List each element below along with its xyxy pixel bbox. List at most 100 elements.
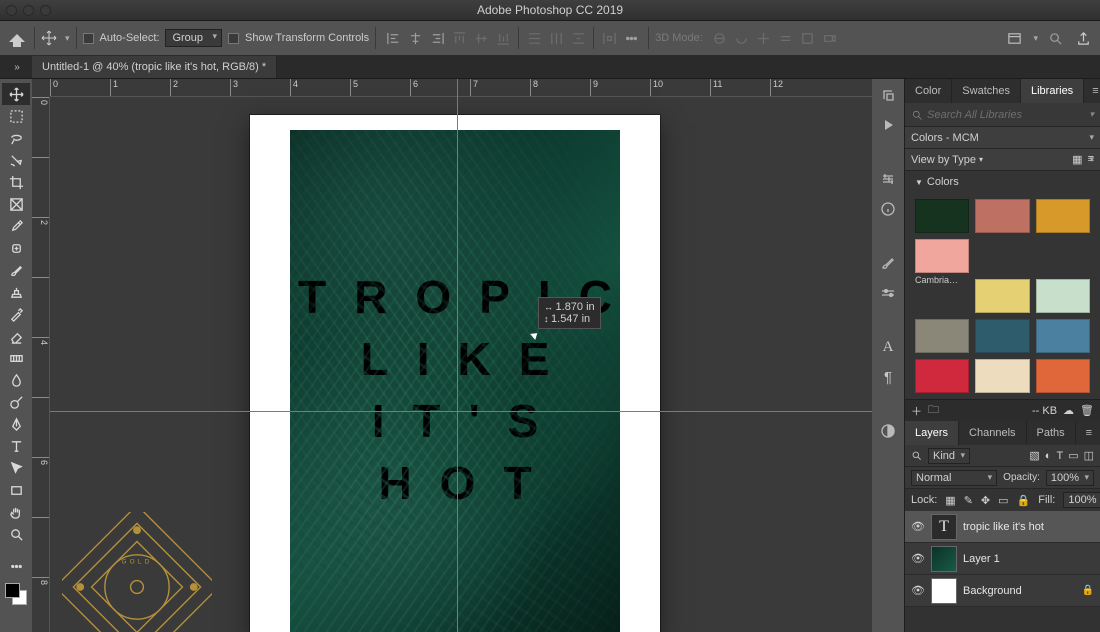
align-middle-v-icon[interactable] xyxy=(470,27,492,49)
rectangle-tool[interactable] xyxy=(2,479,30,501)
visibility-toggle-icon[interactable]: 👁 xyxy=(911,552,925,565)
history-brush-tool[interactable] xyxy=(2,303,30,325)
add-folder-icon[interactable]: 🗀 xyxy=(928,401,939,420)
eyedropper-tool[interactable] xyxy=(2,215,30,237)
cloud-sync-icon[interactable]: ☁ xyxy=(1063,404,1074,417)
document-canvas[interactable]: TROPIC LIKE IT'S HOT xyxy=(250,115,660,632)
color-swatch[interactable] xyxy=(915,319,969,353)
frame-tool[interactable] xyxy=(2,193,30,215)
layer-row[interactable]: 👁Ttropic like it's hot xyxy=(905,511,1100,543)
paragraph-panel-icon[interactable]: ¶ xyxy=(878,367,898,387)
library-dropdown[interactable]: Colors - MCM xyxy=(905,127,1100,149)
opacity-field[interactable]: 100% xyxy=(1046,470,1094,486)
lock-transparent-icon[interactable]: ▦ xyxy=(945,494,955,507)
healing-brush-tool[interactable] xyxy=(2,237,30,259)
eraser-tool[interactable] xyxy=(2,325,30,347)
chevron-down-icon[interactable]: ▾ xyxy=(1033,33,1038,44)
filter-pixel-icon[interactable]: ▧ xyxy=(1029,449,1039,462)
colors-group-header[interactable]: ▼Colors xyxy=(905,171,1100,193)
filter-smart-icon[interactable]: ◫ xyxy=(1084,449,1094,462)
color-swatch[interactable] xyxy=(1036,199,1090,233)
color-swatch[interactable] xyxy=(975,319,1029,353)
tool-preset-icon[interactable] xyxy=(41,30,57,46)
chevron-down-icon[interactable]: ▾ xyxy=(1089,109,1094,120)
color-swatch[interactable] xyxy=(975,279,1029,313)
foreground-swatch[interactable] xyxy=(5,583,20,598)
align-top-icon[interactable] xyxy=(448,27,470,49)
lasso-tool[interactable] xyxy=(2,127,30,149)
align-right-icon[interactable] xyxy=(426,27,448,49)
dodge-tool[interactable] xyxy=(2,391,30,413)
home-button[interactable] xyxy=(6,27,28,49)
distribute-center-icon[interactable] xyxy=(545,27,567,49)
color-swatch[interactable] xyxy=(915,239,969,273)
fill-field[interactable]: 100% xyxy=(1063,492,1100,508)
list-view-icon[interactable]: ≡ xyxy=(1088,153,1094,166)
edit-toolbar-icon[interactable] xyxy=(2,555,30,577)
zoom-tool[interactable] xyxy=(2,523,30,545)
brush-tool[interactable] xyxy=(2,259,30,281)
brush-settings-icon[interactable] xyxy=(878,283,898,303)
add-content-icon[interactable]: ＋ xyxy=(911,403,922,419)
view-by-dropdown[interactable]: View by Type ▾ ▦≡ xyxy=(905,149,1100,171)
align-bottom-icon[interactable] xyxy=(492,27,514,49)
layer-name[interactable]: tropic like it's hot xyxy=(963,521,1044,533)
panel-menu-icon[interactable]: ≡ xyxy=(1078,421,1100,445)
align-center-h-icon[interactable] xyxy=(404,27,426,49)
hand-tool[interactable] xyxy=(2,501,30,523)
lock-position-icon[interactable]: ✥ xyxy=(981,494,990,507)
canvas-stage[interactable]: 0123456789101112 0246810 TROPIC LIKE IT'… xyxy=(32,79,872,632)
layer-name[interactable]: Background xyxy=(963,585,1022,597)
document-tab[interactable]: Untitled-1 @ 40% (tropic like it's hot, … xyxy=(32,56,277,78)
auto-select-dropdown[interactable]: Group xyxy=(165,29,222,47)
tab-libraries[interactable]: Libraries xyxy=(1021,79,1084,103)
path-select-tool[interactable] xyxy=(2,457,30,479)
info-panel-icon[interactable] xyxy=(878,199,898,219)
color-swatch[interactable] xyxy=(1036,319,1090,353)
layer-row[interactable]: 👁Layer 1 xyxy=(905,543,1100,575)
character-panel-icon[interactable]: A xyxy=(878,337,898,357)
gradient-tool[interactable] xyxy=(2,347,30,369)
history-panel-icon[interactable] xyxy=(878,85,898,105)
tab-color[interactable]: Color xyxy=(905,79,952,103)
close-window-icon[interactable] xyxy=(6,5,17,16)
color-swatch[interactable] xyxy=(975,359,1029,393)
panel-menu-icon[interactable]: ≡ xyxy=(1084,79,1100,103)
color-swatch[interactable] xyxy=(975,199,1029,233)
library-search[interactable]: Search All Libraries ▾ xyxy=(905,103,1100,127)
align-left-icon[interactable] xyxy=(382,27,404,49)
tab-channels[interactable]: Channels xyxy=(959,421,1026,445)
clone-stamp-tool[interactable] xyxy=(2,281,30,303)
vertical-ruler[interactable]: 0246810 xyxy=(32,97,50,632)
type-tool[interactable] xyxy=(2,435,30,457)
chevron-down-icon[interactable]: ▾ xyxy=(65,33,70,44)
quick-select-tool[interactable] xyxy=(2,149,30,171)
zoom-window-icon[interactable] xyxy=(40,5,51,16)
marquee-tool[interactable] xyxy=(2,105,30,127)
properties-panel-icon[interactable] xyxy=(878,169,898,189)
tab-swatches[interactable]: Swatches xyxy=(952,79,1021,103)
horizontal-guide[interactable] xyxy=(50,411,872,412)
color-swatch[interactable] xyxy=(1036,279,1090,313)
distribute-bottom-icon[interactable] xyxy=(567,27,589,49)
show-transform-checkbox[interactable] xyxy=(228,33,239,44)
lock-all-icon[interactable]: 🔒 xyxy=(1017,494,1031,507)
visibility-toggle-icon[interactable]: 👁 xyxy=(911,584,925,597)
filter-type-icon[interactable]: T xyxy=(1056,450,1063,462)
layer-row[interactable]: 👁Background🔒 xyxy=(905,575,1100,607)
lock-pixels-icon[interactable]: ✎ xyxy=(964,494,973,507)
expand-docs-icon[interactable]: » xyxy=(8,56,26,78)
adjustments-panel-icon[interactable] xyxy=(878,421,898,441)
brushes-panel-icon[interactable] xyxy=(878,253,898,273)
trash-icon[interactable]: 🗑 xyxy=(1080,404,1094,417)
tab-paths[interactable]: Paths xyxy=(1027,421,1076,445)
workspace-select-icon[interactable] xyxy=(1003,27,1025,49)
auto-select-checkbox[interactable] xyxy=(83,33,94,44)
color-swatch[interactable] xyxy=(915,199,969,233)
color-swatch[interactable] xyxy=(915,359,969,393)
more-align-icon[interactable] xyxy=(620,27,642,49)
filter-shape-icon[interactable]: ▭ xyxy=(1068,449,1078,462)
filter-adjust-icon[interactable]: ◐ xyxy=(1045,450,1052,462)
lock-artboard-icon[interactable]: ▭ xyxy=(998,494,1008,507)
crop-tool[interactable] xyxy=(2,171,30,193)
